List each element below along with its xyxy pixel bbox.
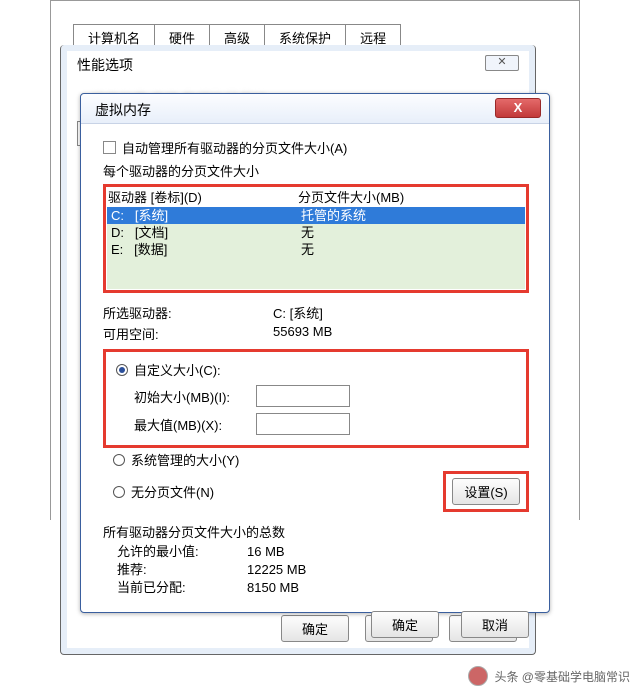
vm-close-button[interactable]: X [495, 98, 541, 118]
auto-manage-label: 自动管理所有驱动器的分页文件大小(A) [122, 138, 347, 157]
radio-custom-size[interactable] [116, 364, 128, 376]
vm-cancel-button[interactable]: 取消 [461, 611, 529, 638]
initial-size-label: 初始大小(MB)(I): [134, 387, 254, 406]
radio-no-paging[interactable] [113, 486, 125, 498]
col-drive-header: 驱动器 [卷标](D) [108, 187, 298, 206]
watermark-footer: 头条 @零基础学电脑常识 [468, 666, 630, 686]
col-size-header: 分页文件大小(MB) [298, 187, 404, 206]
vm-title-text: 虚拟内存 [95, 100, 151, 120]
currently-allocated-value: 8150 MB [247, 579, 299, 597]
drive-row-e[interactable]: E: [数据] 无 [107, 241, 525, 258]
set-button[interactable]: 设置(S) [452, 478, 520, 505]
radio-system-managed[interactable] [113, 454, 125, 466]
totals-block: 允许的最小值:16 MB 推荐:12225 MB 当前已分配:8150 MB [117, 543, 529, 597]
currently-allocated-label: 当前已分配: [117, 579, 247, 597]
set-button-highlight: 设置(S) [443, 471, 529, 512]
drive-row-c[interactable]: C: [系统] 托管的系统 [107, 207, 525, 224]
initial-size-input[interactable] [256, 385, 350, 407]
watermark-text: 头条 @零基础学电脑常识 [494, 668, 630, 685]
min-allowed-label: 允许的最小值: [117, 543, 247, 561]
avatar-icon [468, 666, 488, 686]
free-space-value: 55693 MB [273, 324, 332, 343]
custom-size-highlight: 自定义大小(C): 初始大小(MB)(I): 最大值(MB)(X): [103, 349, 529, 448]
recommended-label: 推荐: [117, 561, 247, 579]
totals-heading: 所有驱动器分页文件大小的总数 [103, 522, 529, 541]
min-allowed-value: 16 MB [247, 543, 285, 561]
vm-titlebar: 虚拟内存 X [81, 94, 549, 124]
perf-close-button[interactable]: ✕ [485, 55, 519, 71]
auto-manage-checkbox[interactable] [103, 141, 116, 154]
selected-drive-label: 所选驱动器: [103, 303, 273, 322]
selected-drive-value: C: [系统] [273, 303, 323, 322]
recommended-value: 12225 MB [247, 561, 306, 579]
drive-list[interactable]: C: [系统] 托管的系统 D: [文档] 无 E: [数据] 无 [106, 206, 526, 290]
virtual-memory-dialog: 虚拟内存 X 自动管理所有驱动器的分页文件大小(A) 每个驱动器的分页文件大小 … [80, 93, 550, 613]
max-size-label: 最大值(MB)(X): [134, 415, 254, 434]
vm-ok-button[interactable]: 确定 [371, 611, 439, 638]
radio-system-label: 系统管理的大小(Y) [131, 450, 239, 469]
radio-custom-label: 自定义大小(C): [134, 360, 221, 379]
each-drive-heading: 每个驱动器的分页文件大小 [103, 161, 529, 180]
drive-list-highlight: 驱动器 [卷标](D) 分页文件大小(MB) C: [系统] 托管的系统 D: … [103, 184, 529, 293]
max-size-input[interactable] [256, 413, 350, 435]
free-space-label: 可用空间: [103, 324, 273, 343]
drive-row-d[interactable]: D: [文档] 无 [107, 224, 525, 241]
radio-no-paging-label: 无分页文件(N) [131, 482, 214, 501]
perf-title: 性能选项 [77, 55, 133, 75]
